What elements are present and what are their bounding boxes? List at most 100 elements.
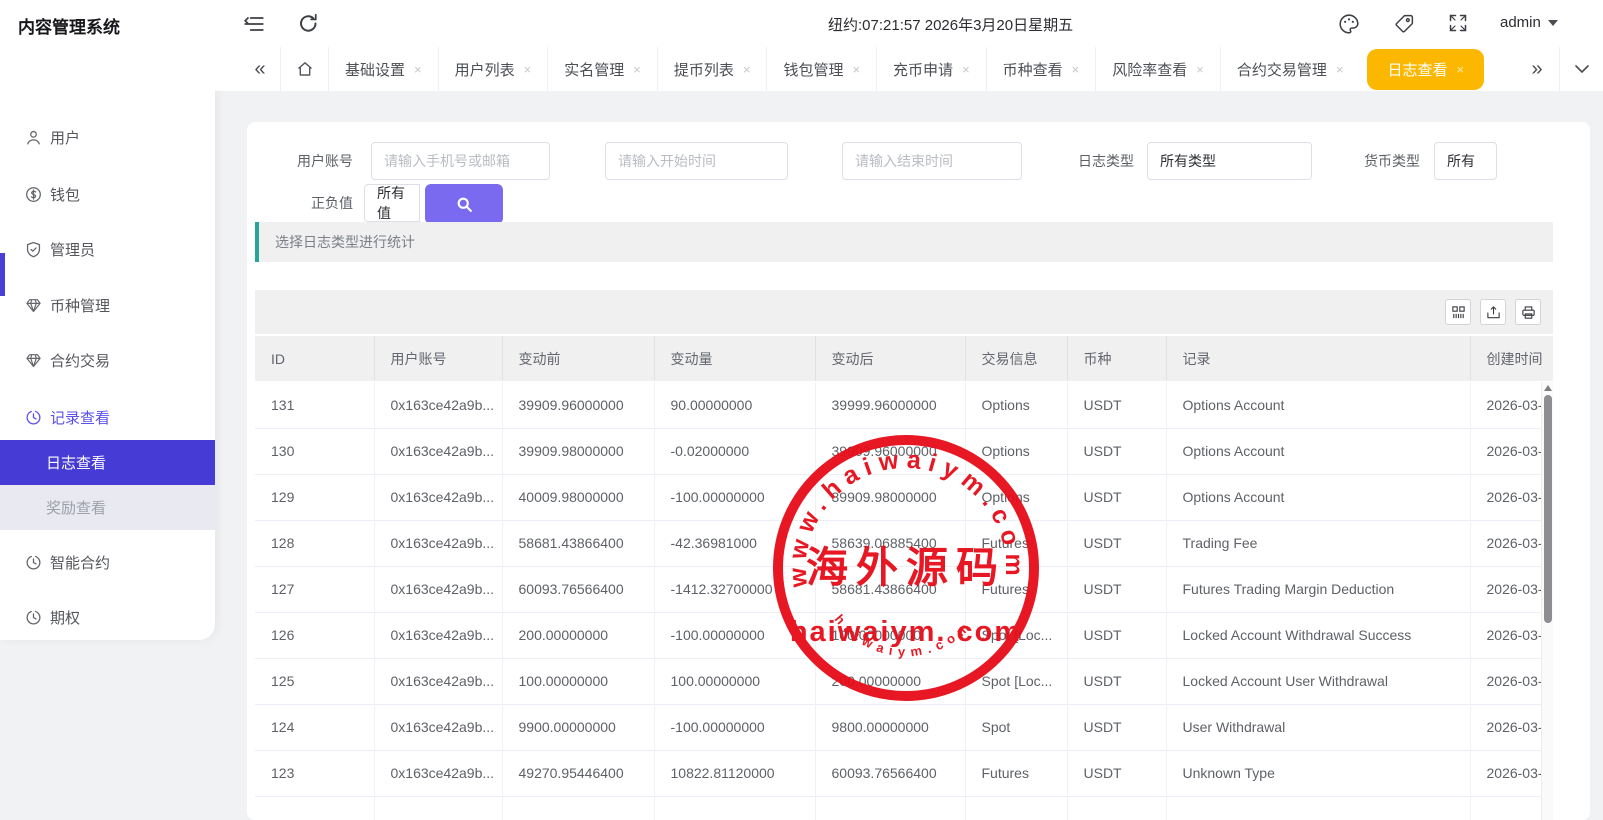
sidebar-scrollbar-thumb[interactable] <box>0 253 5 296</box>
table-row: 1260x163ce42a9b... 200.00000000-100.0000… <box>255 612 1553 658</box>
col-header-coin: 币种 <box>1067 336 1166 382</box>
sign-label: 正负值 <box>311 184 353 222</box>
table-row: 1240x163ce42a9b... 9900.00000000-100.000… <box>255 704 1553 750</box>
close-icon[interactable]: × <box>852 62 860 77</box>
tab-kyc[interactable]: 实名管理 × <box>547 47 657 91</box>
sidebar-item-options[interactable]: 期权 <box>0 604 215 630</box>
scroll-up-arrow-icon[interactable] <box>1544 385 1552 391</box>
user-icon <box>25 129 42 146</box>
col-header-before: 变动前 <box>502 336 654 382</box>
sidebar-item-admins[interactable]: 管理员 <box>0 236 215 262</box>
table-row: 1310x163ce42a9b... 39909.9600000090.0000… <box>255 382 1553 428</box>
columns-toggle-button[interactable] <box>1445 299 1471 325</box>
tab-withdraw-list[interactable]: 提币列表 × <box>657 47 767 91</box>
columns-icon <box>1451 305 1466 320</box>
refresh-icon[interactable] <box>298 13 320 35</box>
shield-check-icon <box>25 241 42 258</box>
gem-icon <box>25 297 42 314</box>
export-button[interactable] <box>1480 299 1506 325</box>
close-icon[interactable]: × <box>524 62 532 77</box>
tab-risk-rate[interactable]: 风险率查看 × <box>1095 47 1220 91</box>
history-icon <box>25 409 42 426</box>
end-time-input[interactable] <box>842 142 1022 180</box>
tab-coin-view[interactable]: 币种查看 × <box>986 47 1096 91</box>
col-header-account: 用户账号 <box>374 336 502 382</box>
table-header-row: ID 用户账号 变动前 变动量 变动后 交易信息 币种 记录 创建时间 <box>255 336 1553 382</box>
close-icon[interactable]: × <box>743 62 751 77</box>
username: admin <box>1500 14 1541 31</box>
top-bar: 内容管理系统 纽约:07:21:57 2026年3月20日星期五 admi <box>0 0 1603 47</box>
fullscreen-icon[interactable] <box>1448 13 1470 35</box>
table-row: 1280x163ce42a9b... 58681.43866400-42.369… <box>255 520 1553 566</box>
col-header-record: 记录 <box>1166 336 1470 382</box>
close-icon[interactable]: × <box>414 62 422 77</box>
sidebar-item-contract-trade[interactable]: 合约交易 <box>0 347 215 373</box>
account-input[interactable] <box>371 142 550 180</box>
sidebar: 设置 用户 钱包 管理员 <box>0 47 215 640</box>
close-icon[interactable]: × <box>1196 62 1204 77</box>
notice-bar: 选择日志类型进行统计 <box>255 222 1553 262</box>
tag-icon[interactable] <box>1394 13 1416 35</box>
notice-text: 选择日志类型进行统计 <box>275 232 415 252</box>
log-type-label: 日志类型 <box>1078 142 1134 180</box>
tab-bar: « 基础设置 × 用户列表 × 实名管理 × 提币列表 × 钱包管理 × 充币申… <box>0 47 1603 91</box>
history-icon <box>25 554 42 571</box>
clock-datetime: 纽约:07:21:57 2026年3月20日星期五 <box>828 14 1073 35</box>
log-type-select[interactable]: 所有类型 <box>1147 142 1312 180</box>
tabs-scroll-right-button[interactable]: » <box>1515 47 1559 91</box>
table-row: 1270x163ce42a9b... 60093.76566400-1412.3… <box>255 566 1553 612</box>
user-menu[interactable]: admin <box>1500 14 1558 31</box>
tabs-scroll-left-button[interactable]: « <box>240 47 280 91</box>
col-header-created: 创建时间 <box>1470 336 1553 382</box>
close-icon[interactable]: × <box>1457 62 1465 77</box>
table-row: 1300x163ce42a9b... 39909.98000000-0.0200… <box>255 428 1553 474</box>
tab-log-view-active[interactable]: 日志查看 × <box>1367 49 1484 90</box>
tab-deposit-request[interactable]: 充币申请 × <box>876 47 986 91</box>
close-icon[interactable]: × <box>1072 62 1080 77</box>
close-icon[interactable]: × <box>1336 62 1344 77</box>
home-icon <box>296 60 314 78</box>
account-label: 用户账号 <box>297 142 353 180</box>
table-toolbar <box>255 290 1553 334</box>
gem-icon <box>25 352 42 369</box>
chevron-down-icon <box>1548 20 1558 26</box>
tabs-dropdown-button[interactable] <box>1559 47 1603 91</box>
tab-contract-trade-mgmt[interactable]: 合约交易管理 × <box>1220 47 1360 91</box>
collapse-menu-icon[interactable] <box>243 13 265 35</box>
table-row: 1230x163ce42a9b... 49270.9544640010822.8… <box>255 750 1553 796</box>
close-icon[interactable]: × <box>962 62 970 77</box>
app-title: 内容管理系统 <box>18 13 120 38</box>
theme-palette-icon[interactable] <box>1338 13 1360 35</box>
export-icon <box>1486 305 1501 320</box>
col-header-change: 变动量 <box>654 336 815 382</box>
start-time-input[interactable] <box>605 142 788 180</box>
sidebar-item-smart-contract[interactable]: 智能合约 <box>0 549 215 575</box>
table-scrollbar[interactable] <box>1541 382 1553 820</box>
close-icon[interactable]: × <box>633 62 641 77</box>
sidebar-item-users[interactable]: 用户 <box>0 124 215 150</box>
sidebar-subitem-log-view[interactable]: 日志查看 <box>0 440 215 485</box>
chevron-down-icon <box>1575 65 1589 73</box>
tab-user-list[interactable]: 用户列表 × <box>438 47 548 91</box>
currency-type-select[interactable]: 所有 <box>1434 142 1497 180</box>
sidebar-subitem-reward-view[interactable]: 奖励查看 <box>0 485 215 530</box>
main-content-card: 用户账号 日志类型 所有类型 货币类型 所有 正负值 所有值 选择日志类型进行统… <box>247 122 1590 820</box>
table-row-partial <box>255 796 1553 820</box>
search-button[interactable] <box>425 184 503 224</box>
tab-wallet-mgmt[interactable]: 钱包管理 × <box>766 47 876 91</box>
tab-basic-settings[interactable]: 基础设置 × <box>328 47 438 91</box>
currency-type-label: 货币类型 <box>1364 142 1420 180</box>
print-icon <box>1521 305 1536 320</box>
home-tab[interactable] <box>280 47 328 91</box>
sign-select[interactable]: 所有值 <box>364 184 420 222</box>
sidebar-item-coin-mgmt[interactable]: 币种管理 <box>0 292 215 318</box>
search-icon <box>456 196 473 213</box>
sidebar-item-record-view[interactable]: 记录查看 <box>0 404 215 430</box>
col-header-id: ID <box>255 336 374 382</box>
table-scrollbar-thumb[interactable] <box>1544 395 1552 623</box>
table-row: 1290x163ce42a9b... 40009.98000000-100.00… <box>255 474 1553 520</box>
print-button[interactable] <box>1515 299 1541 325</box>
col-header-after: 变动后 <box>815 336 965 382</box>
table-row: 1250x163ce42a9b... 100.00000000100.00000… <box>255 658 1553 704</box>
sidebar-item-wallet[interactable]: 钱包 <box>0 181 215 207</box>
